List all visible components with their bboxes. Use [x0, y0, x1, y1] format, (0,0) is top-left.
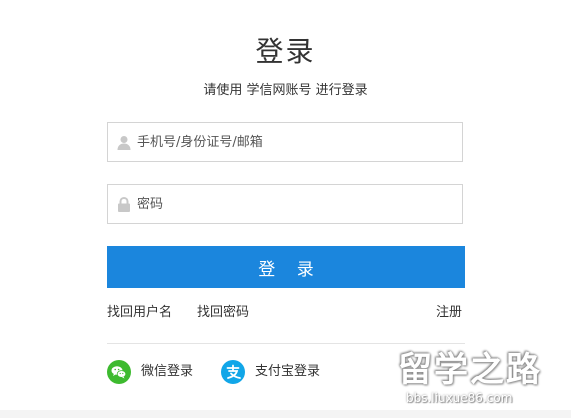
user-icon	[117, 135, 131, 150]
username-input[interactable]	[137, 123, 457, 161]
alipay-login-label: 支付宝登录	[255, 364, 321, 379]
username-field[interactable]	[107, 122, 463, 162]
login-button[interactable]: 登 录	[107, 246, 465, 288]
watermark-logo-text: 留学之路	[398, 350, 542, 390]
page-title: 登录	[255, 35, 316, 68]
watermark-url: bbs.liuxue86.com	[406, 391, 513, 405]
divider	[107, 343, 465, 344]
bottom-strip	[0, 410, 571, 418]
password-field[interactable]	[107, 184, 463, 224]
recover-username-link[interactable]: 找回用户名	[107, 304, 172, 322]
site-watermark: 留学之路 bbs.liuxue86.com	[398, 350, 568, 412]
lock-icon	[117, 196, 131, 212]
wechat-icon	[107, 360, 131, 384]
password-input[interactable]	[137, 185, 457, 223]
login-subtitle: 请使用 学信网账号 进行登录	[203, 83, 368, 98]
register-link[interactable]: 注册	[436, 304, 462, 322]
alipay-icon	[221, 360, 245, 384]
wechat-login-label: 微信登录	[141, 364, 194, 379]
recover-password-link[interactable]: 找回密码	[197, 304, 249, 322]
